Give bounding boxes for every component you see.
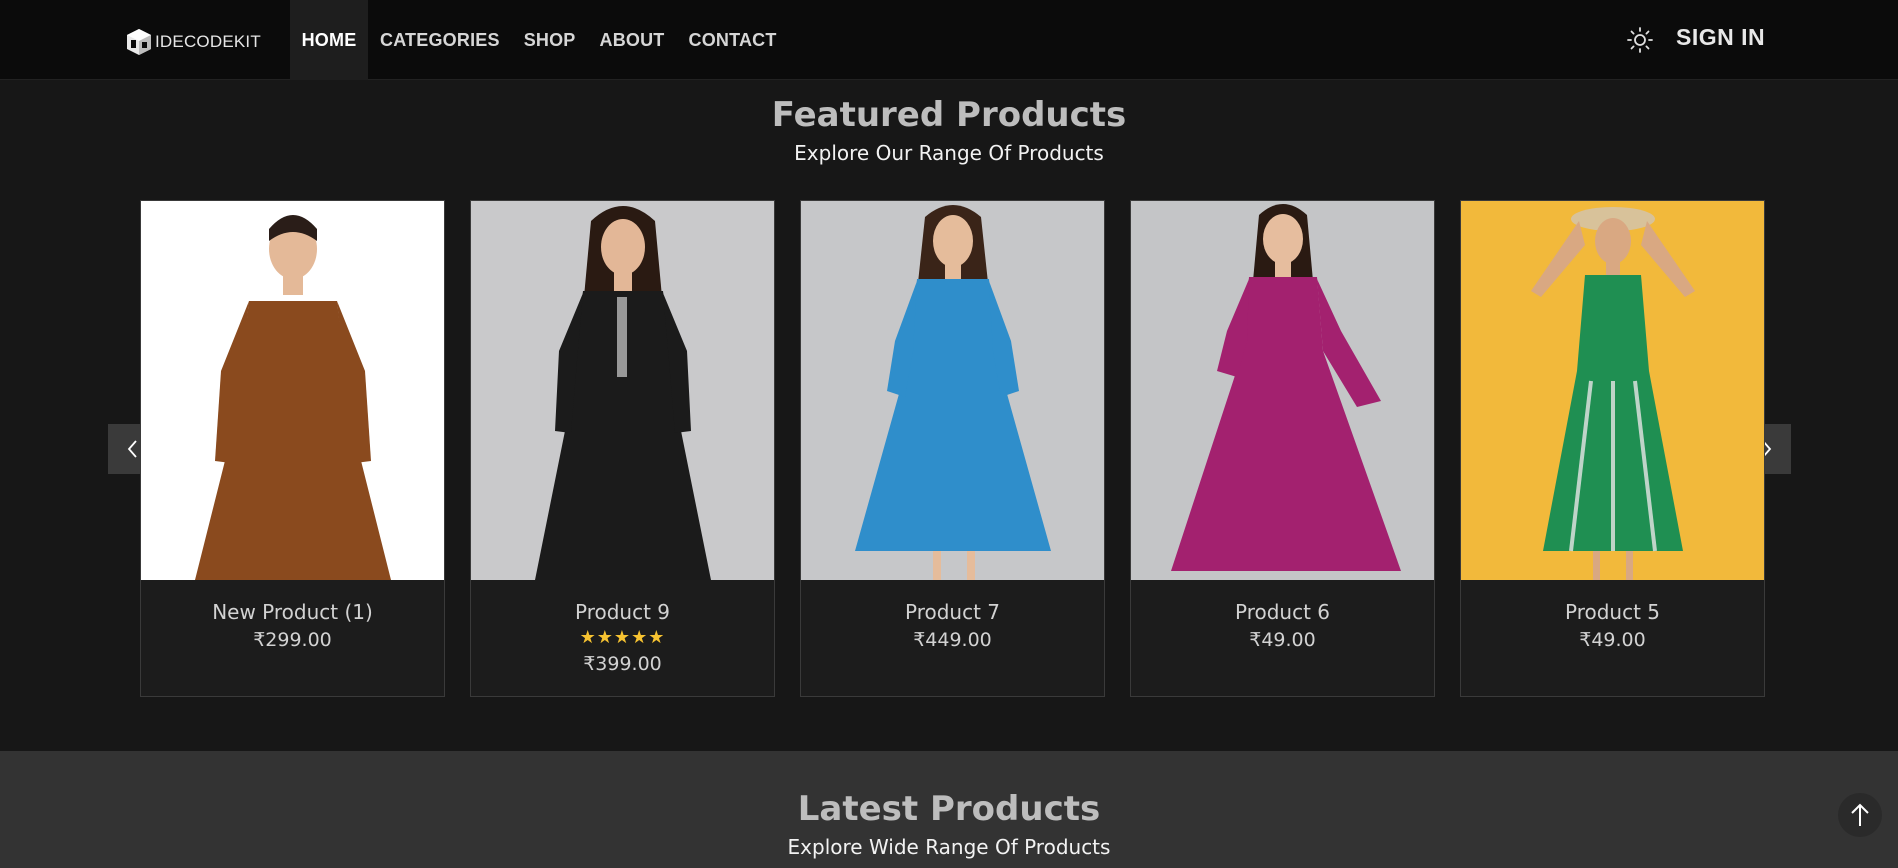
product-image[interactable] [1131, 201, 1434, 580]
product-name[interactable]: Product 7 [801, 600, 1104, 624]
arrow-up-icon [1851, 803, 1869, 826]
logo-cube-icon [127, 29, 151, 55]
featured-title: Featured Products [771, 95, 1127, 135]
sign-in-link[interactable]: SIGN IN [1676, 24, 1765, 51]
product-price: ₹49.00 [1579, 629, 1646, 651]
product-name[interactable]: New Product (1) [141, 600, 444, 624]
featured-subtitle: Explore Our Range Of Products [794, 141, 1104, 165]
nav-about[interactable]: ABOUT [588, 0, 677, 80]
product-image[interactable] [141, 201, 444, 580]
latest-title: Latest Products [797, 789, 1101, 829]
product-photo [1131, 201, 1434, 580]
product-price: ₹449.00 [913, 629, 992, 651]
sun-icon[interactable] [1626, 26, 1654, 54]
latest-subtitle: Explore Wide Range Of Products [787, 835, 1111, 859]
product-image[interactable] [1461, 201, 1764, 580]
nav-categories[interactable]: CATEGORIES [368, 0, 512, 80]
product-card[interactable]: Product 6 ₹49.00 [1130, 200, 1435, 697]
brand-logo[interactable]: IDECODEKIT [124, 26, 261, 58]
product-name[interactable]: Product 6 [1131, 600, 1434, 624]
product-photo [141, 201, 444, 580]
product-image[interactable] [471, 201, 774, 580]
nav-shop[interactable]: SHOP [512, 0, 588, 80]
product-card[interactable]: New Product (1) ₹299.00 [140, 200, 445, 697]
main-nav: HOME CATEGORIES SHOP ABOUT CONTACT [290, 0, 789, 80]
product-card[interactable]: Product 9 ★★★★★ ₹399.00 [470, 200, 775, 697]
product-rating: ★★★★★ [579, 627, 666, 648]
nav-contact[interactable]: CONTACT [677, 0, 789, 80]
product-price: ₹399.00 [583, 653, 662, 675]
logo-text: IDECODEKIT [155, 32, 261, 51]
product-photo [801, 201, 1104, 580]
latest-section: Latest Products Explore Wide Range Of Pr… [0, 751, 1898, 868]
product-photo [1461, 201, 1764, 580]
product-photo [471, 201, 774, 580]
product-price: ₹299.00 [253, 629, 332, 651]
nav-home[interactable]: HOME [290, 0, 368, 80]
product-price: ₹49.00 [1249, 629, 1316, 651]
scroll-top-button[interactable] [1838, 793, 1882, 837]
product-image[interactable] [801, 201, 1104, 580]
product-name[interactable]: Product 5 [1461, 600, 1764, 624]
navbar: IDECODEKIT HOME CATEGORIES SHOP ABOUT CO… [0, 0, 1898, 80]
product-card[interactable]: Product 7 ₹449.00 [800, 200, 1105, 697]
product-name[interactable]: Product 9 [471, 600, 774, 624]
product-card[interactable]: Product 5 ₹49.00 [1460, 200, 1765, 697]
